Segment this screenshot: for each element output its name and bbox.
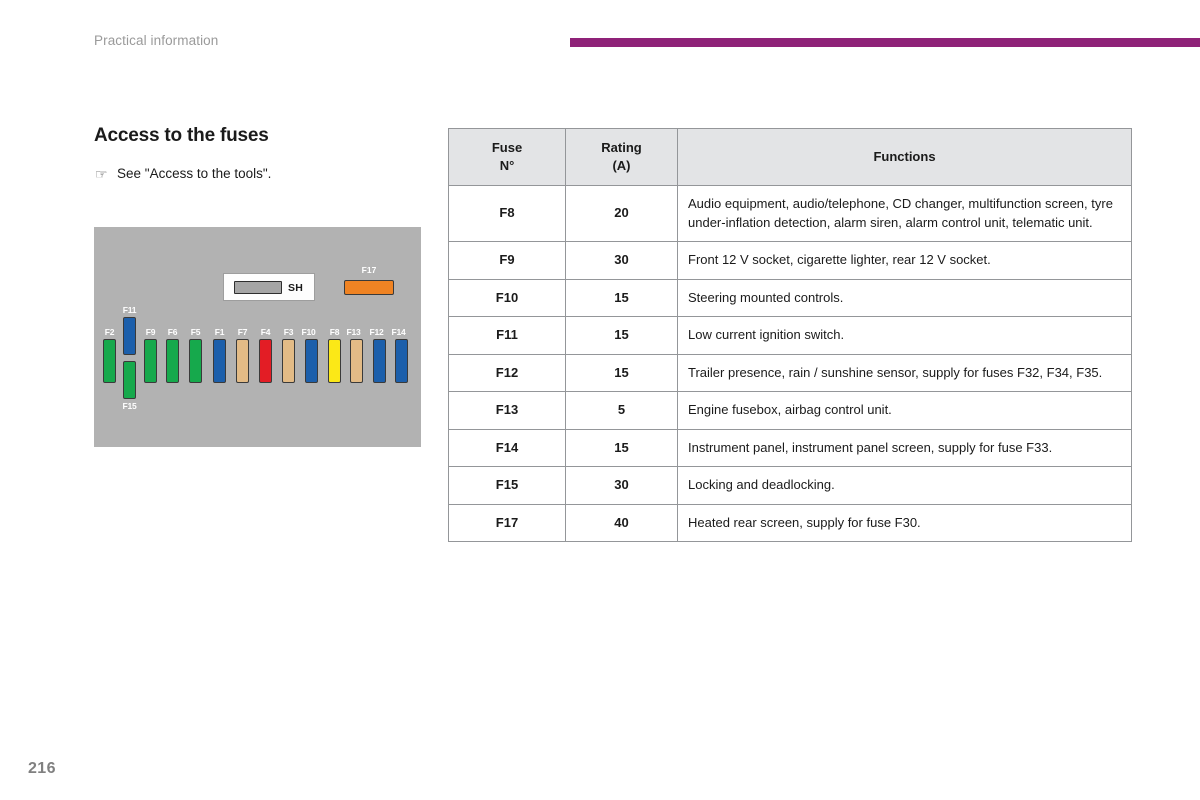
table-header: Fuse N° Rating (A) Functions — [448, 128, 1132, 186]
fusebox-diagram: SH F17 F2 F11 F15 F9 F6 F5 F1 F7 F4 F3 F10 F8 F13 F12… — [94, 227, 421, 447]
cell-fuse-number: F14 — [448, 428, 566, 467]
cell-rating: 30 — [565, 466, 678, 505]
cell-rating: 20 — [565, 185, 678, 242]
cell-functions: Engine fusebox, airbag control unit. — [677, 391, 1132, 430]
table-header-row: Fuse N° Rating (A) Functions — [448, 128, 1132, 186]
table-row: F14 15 Instrument panel, instrument panel … — [448, 428, 1132, 467]
table-row: F8 20 Audio equipment, audio/telephone, CD… — [448, 185, 1132, 242]
fuse-label-f4: F4 — [260, 327, 271, 337]
fuse-label-f13: F13 — [346, 327, 361, 337]
cell-rating: 30 — [565, 241, 678, 280]
column-header-rating-line1: Rating — [601, 140, 642, 155]
header-accent-rule — [570, 38, 1200, 47]
fuse-slot-f13 — [350, 339, 363, 383]
fuse-label-f15: F15 — [122, 401, 137, 411]
cell-rating: 5 — [565, 391, 678, 430]
fuse-slot-f10 — [305, 339, 318, 383]
fuse-slot-f8 — [328, 339, 341, 383]
page-title: Access to the fuses — [94, 125, 269, 146]
fuse-rating-table: Fuse N° Rating (A) Functions F8 20 Audio e… — [448, 128, 1132, 542]
cell-fuse-number: F11 — [448, 316, 566, 355]
cell-functions: Trailer presence, rain / sunshine sensor… — [677, 353, 1132, 392]
cell-functions: Locking and deadlocking. — [677, 466, 1132, 505]
cell-functions: Front 12 V socket, cigarette lighter, re… — [677, 241, 1132, 280]
cell-rating: 15 — [565, 428, 678, 467]
cell-fuse-number: F15 — [448, 466, 566, 505]
column-header-rating: Rating (A) — [565, 128, 678, 186]
shunt-label: SH — [288, 282, 304, 294]
table-body: F8 20 Audio equipment, audio/telephone, CD… — [448, 185, 1132, 542]
page-header: Practical information — [0, 0, 1200, 70]
fuse-slot-f6 — [166, 339, 179, 383]
cell-functions: Steering mounted controls. — [677, 278, 1132, 317]
fuse-label-f6: F6 — [167, 327, 178, 337]
cell-rating: 15 — [565, 353, 678, 392]
cell-functions: Instrument panel, instrument panel scree… — [677, 428, 1132, 467]
cross-reference: ☞ See "Access to the tools". — [94, 165, 424, 183]
fuse-slot-f9 — [144, 339, 157, 383]
fuse-slot-f3 — [282, 339, 295, 383]
cell-rating: 40 — [565, 503, 678, 542]
fuse-slot-f15 — [123, 361, 136, 399]
table-row: F12 15 Trailer presence, rain / sunshine s… — [448, 353, 1132, 392]
fuse-label-f1: F1 — [214, 327, 225, 337]
column-header-fuse-line2: N° — [499, 158, 515, 173]
cell-rating: 15 — [565, 278, 678, 317]
running-head: Practical information — [94, 33, 219, 48]
fuse-slot-f7 — [236, 339, 249, 383]
column-header-rating-line2: (A) — [612, 158, 631, 173]
table-row: F11 15 Low current ignition switch. — [448, 316, 1132, 355]
fuse-slot-f14 — [395, 339, 408, 383]
cell-fuse-number: F12 — [448, 353, 566, 392]
fuse-label-f14: F14 — [391, 327, 406, 337]
cross-reference-label: See "Access to the tools". — [117, 166, 272, 181]
column-header-fuse-number: Fuse N° — [448, 128, 566, 186]
cell-rating: 15 — [565, 316, 678, 355]
cell-fuse-number: F10 — [448, 278, 566, 317]
fuse-label-f5: F5 — [190, 327, 201, 337]
column-header-fuse-line1: Fuse — [491, 140, 523, 155]
cell-fuse-number: F8 — [448, 185, 566, 242]
cell-functions: Low current ignition switch. — [677, 316, 1132, 355]
fuse-slot-f1 — [213, 339, 226, 383]
fuse-slot-f17 — [344, 280, 394, 295]
fuse-label-f7: F7 — [237, 327, 248, 337]
left-column: Access to the fuses ☞ See "Access to the… — [94, 124, 424, 183]
cell-functions: Audio equipment, audio/telephone, CD cha… — [677, 185, 1132, 242]
fuse-slot-f12 — [373, 339, 386, 383]
cell-fuse-number: F13 — [448, 391, 566, 430]
table-row: F13 5 Engine fusebox, airbag control unit. — [448, 391, 1132, 430]
column-header-functions: Functions — [677, 128, 1132, 186]
page-number: 216 — [28, 760, 56, 777]
fuse-label-f10: F10 — [301, 327, 316, 337]
cell-fuse-number: F9 — [448, 241, 566, 280]
pointing-hand-icon: ☞ — [95, 166, 108, 182]
cell-fuse-number: F17 — [448, 503, 566, 542]
fuse-slot-f2 — [103, 339, 116, 383]
fuse-slot-f5 — [189, 339, 202, 383]
fuse-label-f9: F9 — [145, 327, 156, 337]
table-row: F17 40 Heated rear screen, supply for fuse… — [448, 503, 1132, 542]
fuse-label-f12: F12 — [369, 327, 384, 337]
fuse-label-f17: F17 — [361, 265, 377, 275]
fuse-slot-f4 — [259, 339, 272, 383]
fuse-label-f2: F2 — [104, 327, 115, 337]
table-row: F10 15 Steering mounted controls. — [448, 278, 1132, 317]
table-row: F9 30 Front 12 V socket, cigarette lighter… — [448, 241, 1132, 280]
fuse-slot-f11 — [123, 317, 136, 355]
shunt-bar-icon — [234, 281, 282, 294]
shunt-block: SH — [223, 273, 315, 301]
fuse-label-f11: F11 — [122, 305, 137, 315]
cell-functions: Heated rear screen, supply for fuse F30. — [677, 503, 1132, 542]
table-row: F15 30 Locking and deadlocking. — [448, 466, 1132, 505]
